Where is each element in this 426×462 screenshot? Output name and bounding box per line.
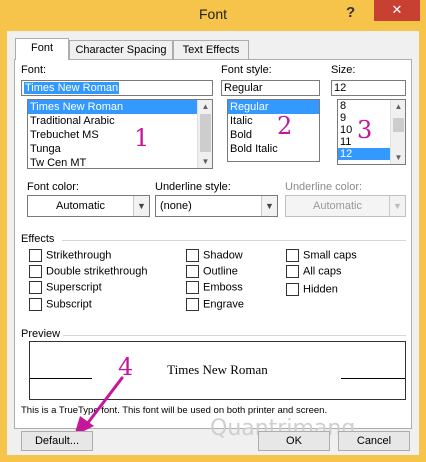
font-style-item[interactable]: Bold (228, 128, 319, 142)
checkbox-label: Hidden (303, 283, 338, 296)
annotation-arrow-icon (74, 376, 124, 436)
scrollbar-thumb[interactable] (393, 118, 404, 132)
font-color-label: Font color: (27, 181, 79, 193)
checkbox-box[interactable] (286, 249, 299, 262)
font-style-item[interactable]: Italic (228, 114, 319, 128)
tab-font-label: Font (30, 42, 53, 54)
font-list-item[interactable]: Trebuchet MS (28, 128, 212, 142)
preview-divider (63, 335, 406, 336)
effects-label: Effects (21, 233, 55, 245)
font-style-item[interactable]: Regular (228, 100, 319, 114)
effects-divider (62, 240, 406, 241)
small-caps-checkbox[interactable]: Small caps (286, 249, 357, 263)
underline-style-value: (none) (160, 200, 192, 212)
font-style-label: Font style: (221, 64, 272, 76)
size-label: Size: (331, 64, 356, 76)
font-color-dropdown[interactable]: Automatic ▼ (27, 195, 150, 217)
underline-color-dropdown: Automatic ▼ (285, 195, 406, 217)
shadow-checkbox[interactable]: Shadow (186, 249, 243, 263)
font-name-input[interactable]: Times New Roman (21, 80, 213, 96)
subscript-checkbox[interactable]: Subscript (29, 298, 92, 312)
chevron-down-icon[interactable]: ▼ (133, 196, 149, 216)
checkbox-box[interactable] (186, 249, 199, 262)
tab-font[interactable]: Font (15, 38, 69, 60)
font-type-note: This is a TrueType font. This font will … (21, 405, 328, 416)
tab-text-effects-label: Text Effects (182, 44, 240, 56)
font-list[interactable]: Times New Roman Traditional Arabic Trebu… (27, 99, 213, 169)
checkbox-box[interactable] (29, 281, 42, 294)
checkbox-label: All caps (303, 265, 342, 278)
default-button[interactable]: Default... (21, 431, 93, 451)
checkbox-box[interactable] (29, 298, 42, 311)
double-strikethrough-checkbox[interactable]: Double strikethrough (29, 265, 148, 279)
underline-style-dropdown[interactable]: (none) ▼ (155, 195, 278, 217)
font-style-item[interactable]: Bold Italic (228, 142, 319, 156)
checkbox-label: Double strikethrough (46, 265, 148, 278)
checkbox-box[interactable] (186, 298, 199, 311)
annotation-number-3: 3 (357, 116, 373, 144)
font-list-item[interactable]: Traditional Arabic (28, 114, 212, 128)
preview-label: Preview (21, 328, 61, 340)
checkbox-box[interactable] (186, 281, 199, 294)
scroll-up-icon[interactable]: ▲ (198, 100, 212, 113)
scroll-up-icon[interactable]: ▲ (391, 100, 405, 113)
checkbox-label: Shadow (203, 249, 243, 262)
chevron-down-icon[interactable]: ▼ (261, 196, 277, 216)
checkbox-box[interactable] (29, 249, 42, 262)
ok-button[interactable]: OK (258, 431, 330, 451)
checkbox-box[interactable] (286, 265, 299, 278)
all-caps-checkbox[interactable]: All caps (286, 265, 342, 279)
font-name-value: Times New Roman (24, 82, 120, 94)
engrave-checkbox[interactable]: Engrave (186, 298, 244, 312)
checkbox-box[interactable] (286, 283, 299, 296)
hidden-checkbox[interactable]: Hidden (286, 283, 338, 297)
underline-color-value: Automatic (313, 200, 362, 212)
checkbox-box[interactable] (186, 265, 199, 278)
scroll-down-icon[interactable]: ▼ (391, 151, 405, 164)
emboss-checkbox[interactable]: Emboss (186, 281, 243, 295)
dialog-title: Font (198, 6, 227, 22)
tab-character-spacing[interactable]: Character Spacing (69, 40, 173, 61)
checkbox-box[interactable] (29, 265, 42, 278)
tab-character-spacing-label: Character Spacing (75, 44, 167, 56)
underline-color-label: Underline color: (285, 181, 363, 193)
checkbox-label: Emboss (203, 281, 243, 294)
underline-style-label: Underline style: (155, 181, 231, 193)
font-style-input[interactable]: Regular (221, 80, 320, 96)
font-color-value: Automatic (56, 200, 105, 212)
preview-baseline-right (341, 378, 405, 379)
strikethrough-checkbox[interactable]: Strikethrough (29, 249, 111, 263)
chevron-down-icon: ▼ (389, 196, 405, 216)
tab-text-effects[interactable]: Text Effects (173, 40, 249, 61)
checkbox-label: Small caps (303, 249, 357, 262)
scroll-down-icon[interactable]: ▼ (198, 155, 212, 168)
font-list-item[interactable]: Tunga (28, 142, 212, 156)
size-list-scrollbar[interactable]: ▲ ▼ (390, 100, 405, 164)
font-list-item[interactable]: Tw Cen MT (28, 156, 212, 168)
font-list-item[interactable]: Times New Roman (28, 100, 212, 114)
size-input[interactable]: 12 (331, 80, 406, 96)
font-style-list[interactable]: Regular Italic Bold Bold Italic (227, 99, 320, 162)
checkbox-label: Outline (203, 265, 238, 278)
close-button[interactable]: ✕ (374, 0, 420, 21)
help-button[interactable]: ? (346, 4, 355, 21)
superscript-checkbox[interactable]: Superscript (29, 281, 102, 295)
title-bar: Font ? ✕ (0, 0, 426, 31)
font-label: Font: (21, 64, 47, 76)
cancel-button[interactable]: Cancel (338, 431, 410, 451)
checkbox-label: Engrave (203, 298, 244, 311)
annotation-number-2: 2 (277, 112, 293, 140)
scrollbar-thumb[interactable] (200, 114, 211, 152)
checkbox-label: Strikethrough (46, 249, 112, 262)
checkbox-label: Superscript (46, 281, 102, 294)
checkbox-label: Subscript (46, 298, 92, 311)
outline-checkbox[interactable]: Outline (186, 265, 238, 279)
annotation-number-1: 1 (134, 124, 150, 152)
font-list-scrollbar[interactable]: ▲ ▼ (197, 100, 212, 168)
